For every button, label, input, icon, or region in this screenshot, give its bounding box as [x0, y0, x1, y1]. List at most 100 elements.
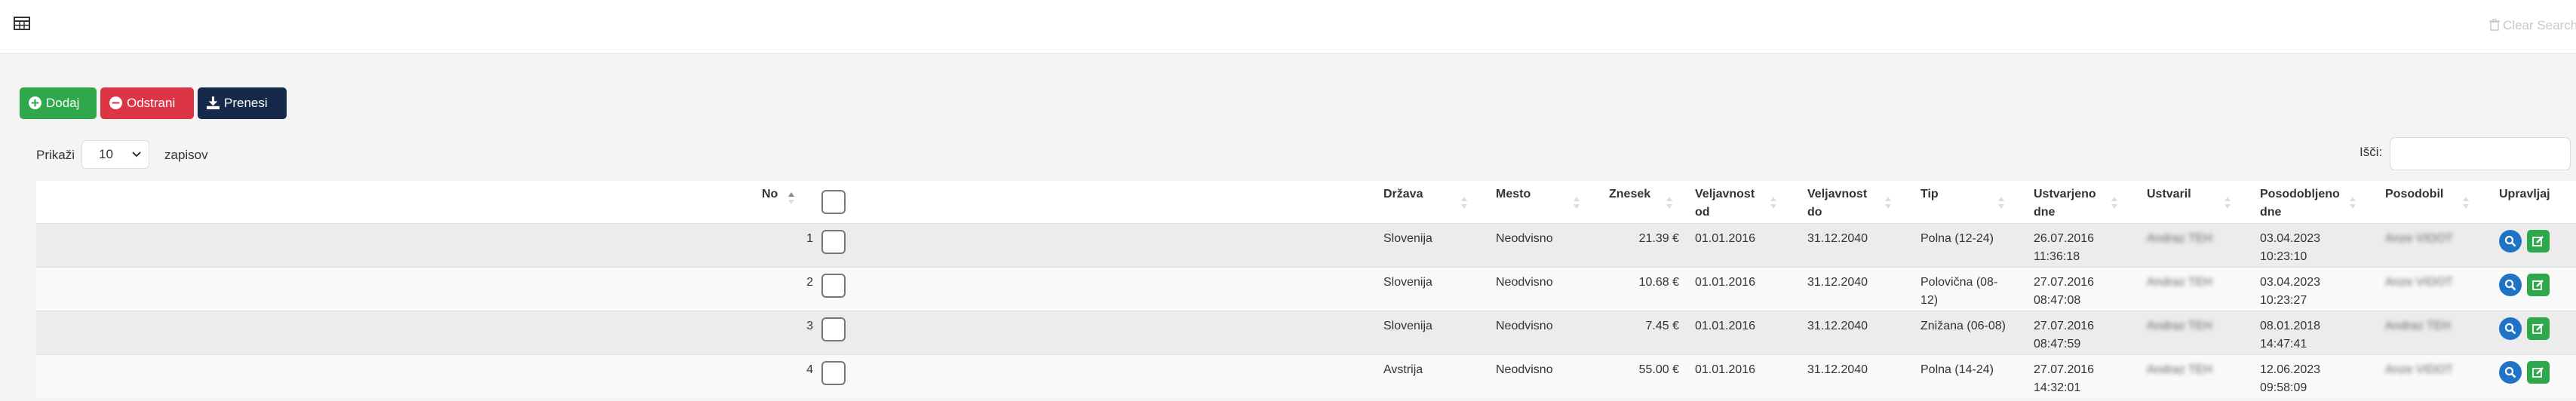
- cell-drzava: Avstrija: [1383, 363, 1423, 376]
- add-button[interactable]: Dodaj: [20, 87, 97, 119]
- edit-button[interactable]: [2527, 274, 2550, 296]
- cell-znesek: 21.39 €: [1638, 232, 1679, 245]
- row-checkbox[interactable]: [821, 230, 846, 254]
- view-button[interactable]: [2499, 274, 2522, 296]
- cell-veljavnost-od: 01.01.2016: [1695, 363, 1756, 376]
- add-label: Dodaj: [46, 96, 80, 110]
- cell-ustvarjeno: 26.07.2016 11:36:18: [2034, 232, 2095, 263]
- cell-ustvarjeno: 27.07.2016 08:47:08: [2034, 276, 2095, 307]
- col-posodobljeno[interactable]: Posodobljeno dne: [2260, 185, 2340, 222]
- cell-znesek: 55.00 €: [1638, 363, 1679, 376]
- chevron-down-icon: [132, 152, 141, 158]
- cell-posodobljeno: 03.04.2023 10:23:10: [2260, 232, 2321, 263]
- edit-button[interactable]: [2527, 361, 2550, 384]
- cell-mesto: Neodvisno: [1496, 276, 1553, 289]
- col-veljavnost-od[interactable]: Veljavnost od: [1695, 185, 1755, 222]
- col-upravljaj: Upravljaj: [2499, 188, 2550, 200]
- magnifier-icon: [2504, 279, 2516, 291]
- view-button[interactable]: [2499, 361, 2522, 384]
- cell-no: 2: [806, 276, 813, 289]
- row-checkbox[interactable]: [821, 317, 846, 341]
- select-all-checkbox[interactable]: [821, 190, 846, 214]
- view-button[interactable]: [2499, 230, 2522, 253]
- page-length-select[interactable]: 10: [81, 140, 149, 169]
- table-row[interactable]: 2 Slovenija Neodvisno 10.68 € 01.01.2016 31.1…: [36, 267, 2576, 311]
- cell-mesto: Neodvisno: [1496, 320, 1553, 332]
- cell-veljavnost-od: 01.01.2016: [1695, 232, 1756, 245]
- col-posodobil[interactable]: Posodobil: [2385, 185, 2443, 204]
- col-no[interactable]: No: [762, 185, 778, 204]
- trash-icon: [2489, 19, 2500, 31]
- col-mesto[interactable]: Mesto: [1496, 185, 1531, 204]
- table-row[interactable]: 4 Avstrija Neodvisno 55.00 € 01.01.2016 31.12…: [36, 354, 2576, 398]
- sort-icon: [2463, 197, 2469, 209]
- delete-button[interactable]: Odstrani: [100, 87, 194, 119]
- cell-posodobil: Anze VIDOT: [2385, 232, 2453, 245]
- minus-circle-icon: [109, 96, 122, 109]
- cell-posodobljeno: 12.06.2023 09:58:09: [2260, 363, 2321, 394]
- cell-veljavnost-do: 31.12.2040: [1807, 232, 1868, 245]
- cell-znesek: 10.68 €: [1638, 276, 1679, 289]
- sort-icon: [1998, 197, 2004, 209]
- cell-posodobljeno: 08.01.2018 14:47:41: [2260, 320, 2321, 350]
- cell-drzava: Slovenija: [1383, 232, 1432, 245]
- sort-icon: [1770, 197, 1776, 209]
- search-label: Išči:: [2360, 145, 2383, 159]
- cell-tip: Polovična (08- 12): [1920, 276, 1998, 307]
- cell-mesto: Neodvisno: [1496, 363, 1553, 376]
- download-label: Prenesi: [224, 96, 268, 110]
- cell-mesto: Neodvisno: [1496, 232, 1553, 245]
- cell-tip: Polna (12-24): [1920, 232, 1994, 245]
- clear-search-button[interactable]: Clear Search: [2489, 17, 2576, 35]
- search-input[interactable]: [2390, 137, 2571, 170]
- cell-ustvaril: Andraz TEH: [2147, 232, 2212, 245]
- plus-circle-icon: [29, 96, 41, 109]
- cell-veljavnost-do: 31.12.2040: [1807, 363, 1868, 376]
- col-veljavnost-do[interactable]: Veljavnost do: [1807, 185, 1867, 222]
- col-drzava[interactable]: Država: [1383, 185, 1423, 204]
- row-checkbox[interactable]: [821, 274, 846, 298]
- cell-tip: Polna (14-24): [1920, 363, 1994, 376]
- cell-veljavnost-do: 31.12.2040: [1807, 320, 1868, 332]
- magnifier-icon: [2504, 323, 2516, 335]
- table-row[interactable]: 1 Slovenija Neodvisno 21.39 € 01.01.2016 31.1…: [36, 223, 2576, 267]
- edit-icon: [2532, 236, 2544, 246]
- cell-tip: Znižana (06-08): [1920, 320, 2006, 332]
- edit-button[interactable]: [2527, 230, 2550, 253]
- cell-posodobil: Anze VIDOT: [2385, 276, 2453, 289]
- row-checkbox[interactable]: [821, 361, 846, 385]
- edit-button[interactable]: [2527, 317, 2550, 340]
- cell-no: 1: [806, 232, 813, 245]
- download-button[interactable]: Prenesi: [198, 87, 287, 119]
- edit-icon: [2532, 280, 2544, 290]
- page-length-prefix: Prikaži: [36, 148, 75, 162]
- cell-veljavnost-od: 01.01.2016: [1695, 276, 1756, 289]
- clear-search-label: Clear Search: [2503, 18, 2576, 32]
- sort-icon: [2350, 197, 2356, 209]
- cell-ustvarjeno: 27.07.2016 14:32:01: [2034, 363, 2095, 394]
- sort-icon: [1885, 197, 1891, 209]
- cell-veljavnost-do: 31.12.2040: [1807, 276, 1868, 289]
- col-ustvaril[interactable]: Ustvaril: [2147, 185, 2191, 204]
- cell-znesek: 7.45 €: [1645, 320, 1679, 332]
- cell-no: 3: [806, 320, 813, 332]
- cell-posodobil: Anze VIDOT: [2385, 363, 2453, 376]
- page-length-value: 10: [99, 147, 113, 161]
- cell-drzava: Slovenija: [1383, 276, 1432, 289]
- magnifier-icon: [2504, 366, 2516, 378]
- top-bar: Clear Search: [0, 0, 2576, 54]
- table-grid-icon[interactable]: [14, 17, 30, 30]
- data-table: No Država Mesto Znesek Veljavnost od Velj…: [36, 181, 2576, 398]
- col-znesek[interactable]: Znesek: [1609, 185, 1650, 204]
- cell-ustvarjeno: 27.07.2016 08:47:59: [2034, 320, 2095, 350]
- col-ustvarjeno[interactable]: Ustvarjeno dne: [2034, 185, 2096, 222]
- cell-no: 4: [806, 363, 813, 376]
- col-tip[interactable]: Tip: [1920, 185, 1939, 204]
- magnifier-icon: [2504, 235, 2516, 247]
- edit-icon: [2532, 323, 2544, 334]
- view-button[interactable]: [2499, 317, 2522, 340]
- cell-posodobljeno: 03.04.2023 10:23:27: [2260, 276, 2321, 307]
- cell-drzava: Slovenija: [1383, 320, 1432, 332]
- table-row[interactable]: 3 Slovenija Neodvisno 7.45 € 01.01.2016 31.12…: [36, 311, 2576, 354]
- cell-ustvaril: Andraz TEH: [2147, 363, 2212, 376]
